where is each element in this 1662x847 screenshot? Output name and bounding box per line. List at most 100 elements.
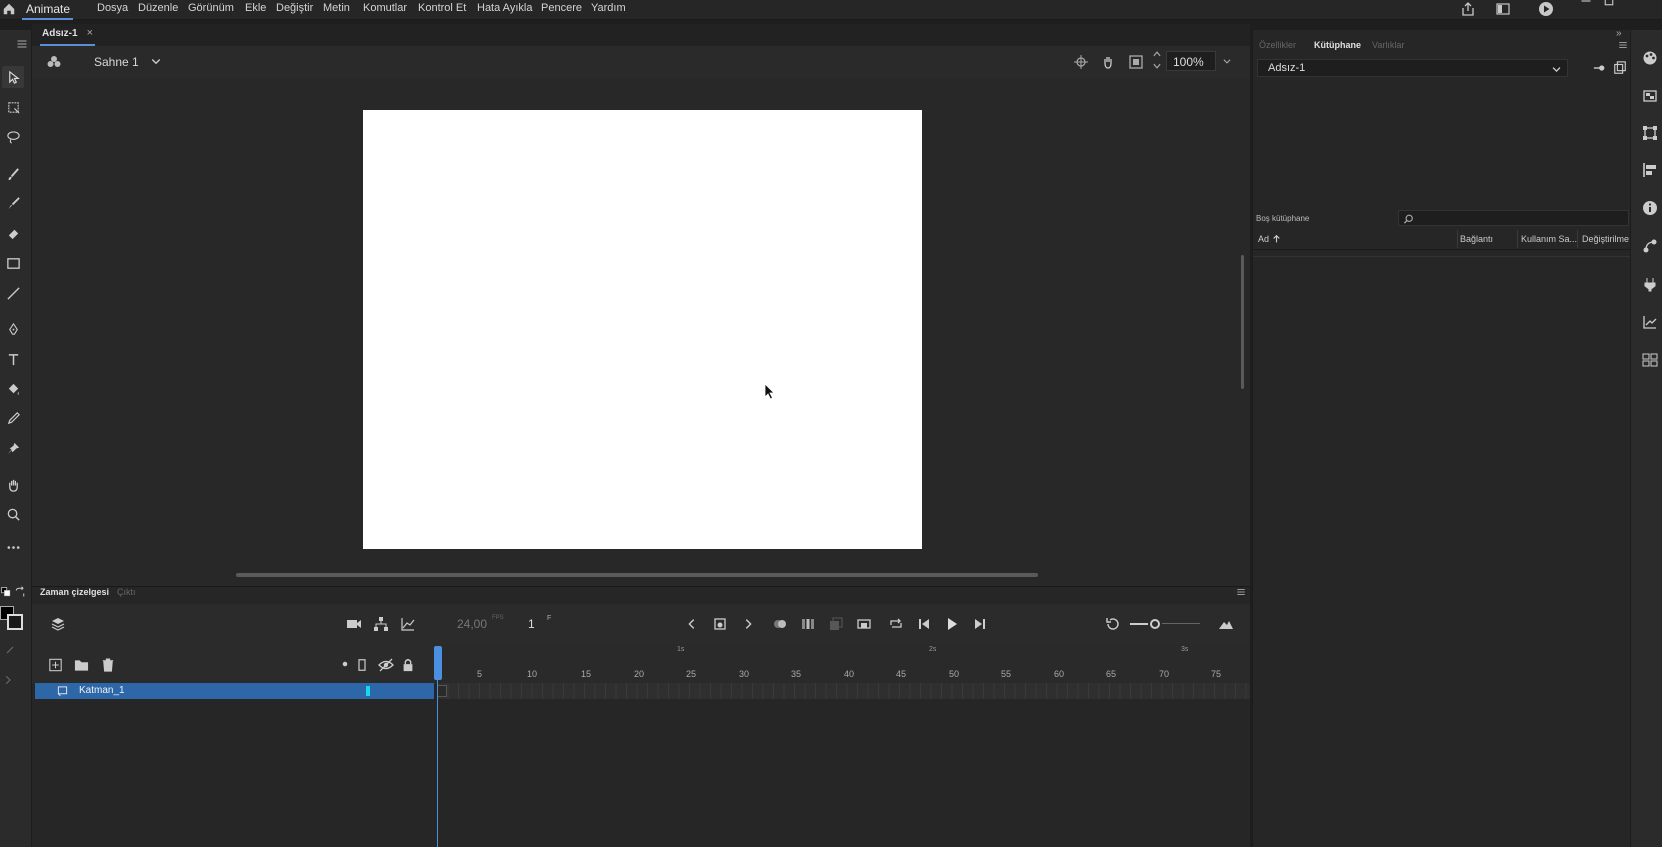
zoom-tool-icon[interactable] — [2, 503, 24, 525]
scene-label[interactable]: Sahne 1 — [94, 55, 139, 69]
onion-skin-icon[interactable] — [772, 616, 788, 632]
frame-picker-icon[interactable] — [1642, 314, 1658, 330]
column-use-count[interactable]: Kullanım Sa... — [1521, 234, 1577, 244]
column-divider[interactable] — [1577, 230, 1578, 248]
frames-ruler[interactable]: 1s 2s 3s 5 10 15 20 25 30 35 40 45 50 55… — [437, 644, 1250, 684]
default-colors-icon[interactable] — [0, 586, 12, 598]
onion-skin-outlines-icon[interactable] — [800, 616, 816, 632]
column-linkage[interactable]: Bağlantı — [1460, 234, 1493, 244]
vertical-scrollbar[interactable] — [1241, 255, 1244, 389]
frame-span-icon[interactable] — [856, 616, 872, 632]
step-forward-icon[interactable] — [972, 616, 988, 632]
fluid-brush-tool-icon[interactable] — [2, 163, 24, 185]
column-divider[interactable] — [1517, 230, 1518, 248]
eyedropper-tool-icon[interactable] — [2, 407, 24, 429]
selection-tool-icon[interactable] — [2, 66, 24, 88]
insert-keyframe-icon[interactable] — [712, 616, 728, 632]
fps-value[interactable]: 24,00 — [457, 617, 487, 631]
timeline-menu-icon[interactable] — [1236, 588, 1246, 596]
new-library-panel-icon[interactable] — [1613, 61, 1627, 75]
panel-menu-icon[interactable] — [16, 39, 28, 49]
components-panel-icon[interactable] — [1642, 276, 1658, 292]
lasso-tool-icon[interactable] — [2, 126, 24, 148]
menu-kontrol-et[interactable]: Kontrol Et — [418, 2, 466, 14]
lock-all-icon[interactable] — [401, 657, 415, 672]
menu-duzenle[interactable]: Düzenle — [138, 2, 178, 14]
step-back-icon[interactable] — [916, 616, 932, 632]
share-icon[interactable] — [1460, 1, 1476, 17]
hand-tool-icon[interactable] — [2, 474, 24, 496]
show-hide-all-icon[interactable] — [378, 657, 394, 672]
pen-tool-icon[interactable] — [2, 318, 24, 340]
pin-library-icon[interactable] — [1593, 61, 1607, 75]
previous-keyframe-icon[interactable] — [685, 616, 699, 632]
playhead-handle[interactable] — [434, 646, 442, 680]
camera-icon[interactable] — [346, 616, 362, 632]
clip-content-icon[interactable] — [1128, 54, 1144, 70]
brush-tool-icon[interactable] — [2, 192, 24, 214]
swatches-panel-icon[interactable] — [1642, 88, 1658, 104]
menu-metin[interactable]: Metin — [323, 2, 350, 14]
eraser-tool-icon[interactable] — [2, 222, 24, 244]
layer-color-swatch[interactable] — [366, 686, 370, 696]
tab-output[interactable]: Çıktı — [117, 587, 136, 597]
horizontal-scrollbar[interactable] — [236, 573, 1038, 577]
text-tool-icon[interactable] — [2, 348, 24, 370]
workspace-icon[interactable] — [1495, 1, 1511, 17]
new-folder-icon[interactable] — [74, 658, 89, 671]
more-tools-icon[interactable] — [2, 536, 24, 558]
highlight-layers-dot-icon[interactable] — [342, 661, 348, 667]
menu-degistir[interactable]: Değiştir — [276, 2, 313, 14]
straighten-icon[interactable] — [4, 674, 16, 686]
timeline-zoom-handle[interactable] — [1150, 619, 1160, 629]
current-frame-value[interactable]: 1 — [528, 617, 535, 631]
menu-yardim[interactable]: Yardım — [591, 2, 626, 14]
zoom-dropdown-chevron-icon[interactable] — [1222, 56, 1232, 66]
reset-timeline-zoom-icon[interactable] — [1104, 616, 1120, 632]
stage-canvas[interactable] — [363, 110, 922, 549]
library-list[interactable] — [1253, 256, 1630, 846]
new-layer-icon[interactable] — [49, 658, 62, 671]
color-panel-icon[interactable] — [1642, 50, 1658, 66]
code-snippets-icon[interactable] — [1642, 352, 1658, 368]
layers-icon[interactable] — [50, 616, 66, 632]
frames-row[interactable] — [437, 683, 1250, 699]
tab-properties[interactable]: Özellikler — [1259, 40, 1296, 50]
snap-to-objects-icon[interactable] — [4, 644, 16, 656]
menu-ekle[interactable]: Ekle — [245, 2, 266, 14]
info-panel-icon[interactable] — [1642, 200, 1658, 216]
test-movie-icon[interactable] — [1538, 1, 1554, 17]
layer-row[interactable]: Katman_1 — [35, 683, 434, 699]
zoom-field[interactable]: 100% — [1166, 51, 1216, 71]
delete-layer-icon[interactable] — [101, 657, 115, 672]
zoom-down-icon[interactable] — [1152, 61, 1162, 71]
scene-dropdown-chevron-icon[interactable] — [150, 55, 162, 67]
next-keyframe-icon[interactable] — [741, 616, 755, 632]
loop-icon[interactable] — [888, 616, 904, 632]
edit-multiple-frames-icon[interactable] — [828, 616, 844, 632]
menu-komutlar[interactable]: Komutlar — [363, 2, 407, 14]
document-tab[interactable]: Adsız-1 × — [40, 27, 96, 46]
minimize-icon[interactable] — [1580, 0, 1592, 6]
column-divider[interactable] — [1457, 230, 1458, 248]
menu-dosya[interactable]: Dosya — [97, 2, 128, 14]
rotate-stage-icon[interactable] — [1100, 54, 1116, 70]
layer-name[interactable]: Katman_1 — [79, 685, 125, 696]
tab-timeline[interactable]: Zaman çizelgesi — [40, 587, 109, 597]
show-as-outlines-icon[interactable] — [356, 657, 368, 672]
swap-colors-icon[interactable] — [14, 586, 26, 598]
close-tab-icon[interactable]: × — [87, 27, 93, 39]
tab-assets[interactable]: Varlıklar — [1372, 40, 1404, 50]
timeline-zoom-max-icon[interactable] — [1218, 616, 1234, 632]
free-transform-tool-icon[interactable] — [2, 96, 24, 118]
library-menu-icon[interactable] — [1618, 41, 1628, 49]
motion-presets-icon[interactable] — [1642, 238, 1658, 254]
rectangle-tool-icon[interactable] — [2, 252, 24, 274]
layer-parenting-icon[interactable] — [373, 616, 389, 632]
menu-hata-ayikla[interactable]: Hata Ayıkla — [477, 2, 532, 14]
center-stage-icon[interactable] — [1073, 54, 1089, 70]
maximize-icon[interactable] — [1603, 0, 1615, 6]
transform-panel-icon[interactable] — [1642, 125, 1658, 141]
asset-warp-tool-icon[interactable] — [2, 437, 24, 459]
line-tool-icon[interactable] — [2, 282, 24, 304]
